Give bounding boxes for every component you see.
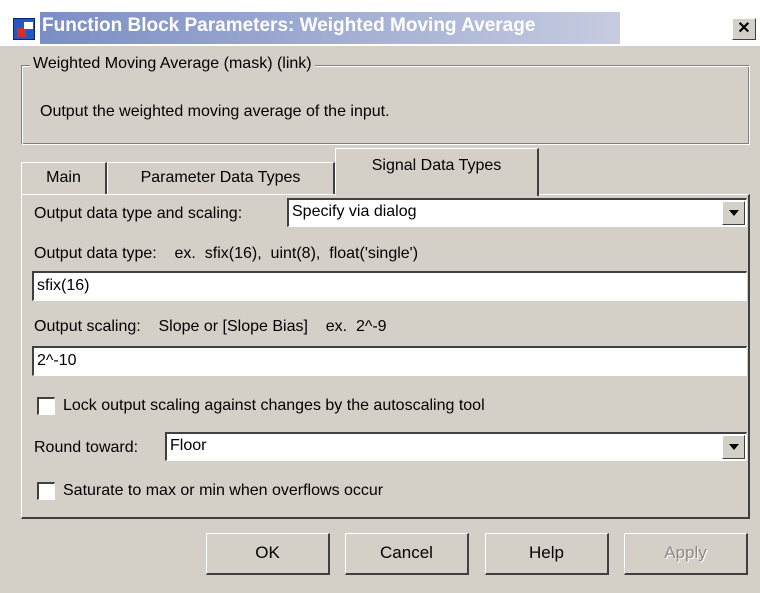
cancel-button[interactable]: Cancel [345, 533, 469, 575]
apply-button[interactable]: Apply [624, 533, 748, 575]
tab-parameter-data-types[interactable]: Parameter Data Types [107, 162, 335, 194]
help-button[interactable]: Help [485, 533, 609, 575]
output-data-type-label: Output data type: ex. sfix(16), uint(8),… [34, 245, 419, 262]
saturate-checkbox[interactable] [37, 482, 55, 500]
output-data-type-scaling-label: Output data type and scaling: [34, 205, 243, 222]
output-scaling-label: Output scaling: Slope or [Slope Bias] ex… [34, 318, 387, 335]
dialog-window: Function Block Parameters: Weighted Movi… [0, 0, 760, 593]
round-toward-label: Round toward: [34, 439, 139, 456]
output-data-type-scaling-dropdown[interactable]: Specify via dialog [287, 198, 747, 227]
chevron-down-icon[interactable] [722, 435, 745, 459]
chevron-down-icon[interactable] [722, 201, 745, 225]
output-data-type-field[interactable]: sfix(16) [32, 271, 747, 301]
round-toward-dropdown[interactable]: Floor [165, 432, 747, 461]
block-mask-legend: Weighted Moving Average (mask) (link) [30, 55, 315, 73]
ok-button[interactable]: OK [206, 533, 330, 575]
lock-scaling-label: Lock output scaling against changes by t… [63, 397, 485, 414]
lock-scaling-checkbox[interactable] [37, 397, 55, 415]
output-data-type-scaling-value: Specify via dialog [292, 203, 417, 220]
tab-signal-data-types[interactable]: Signal Data Types [335, 148, 539, 196]
tab-main[interactable]: Main [21, 162, 107, 194]
title-bar: Function Block Parameters: Weighted Movi… [0, 0, 760, 46]
output-scaling-field[interactable]: 2^-10 [32, 346, 747, 376]
close-icon[interactable]: ✕ [732, 18, 756, 40]
window-title: Function Block Parameters: Weighted Movi… [42, 15, 536, 36]
block-description: Output the weighted moving average of th… [40, 103, 390, 120]
saturate-label: Saturate to max or min when overflows oc… [63, 482, 384, 499]
round-toward-value: Floor [170, 437, 207, 454]
simulink-block-icon [13, 18, 35, 40]
